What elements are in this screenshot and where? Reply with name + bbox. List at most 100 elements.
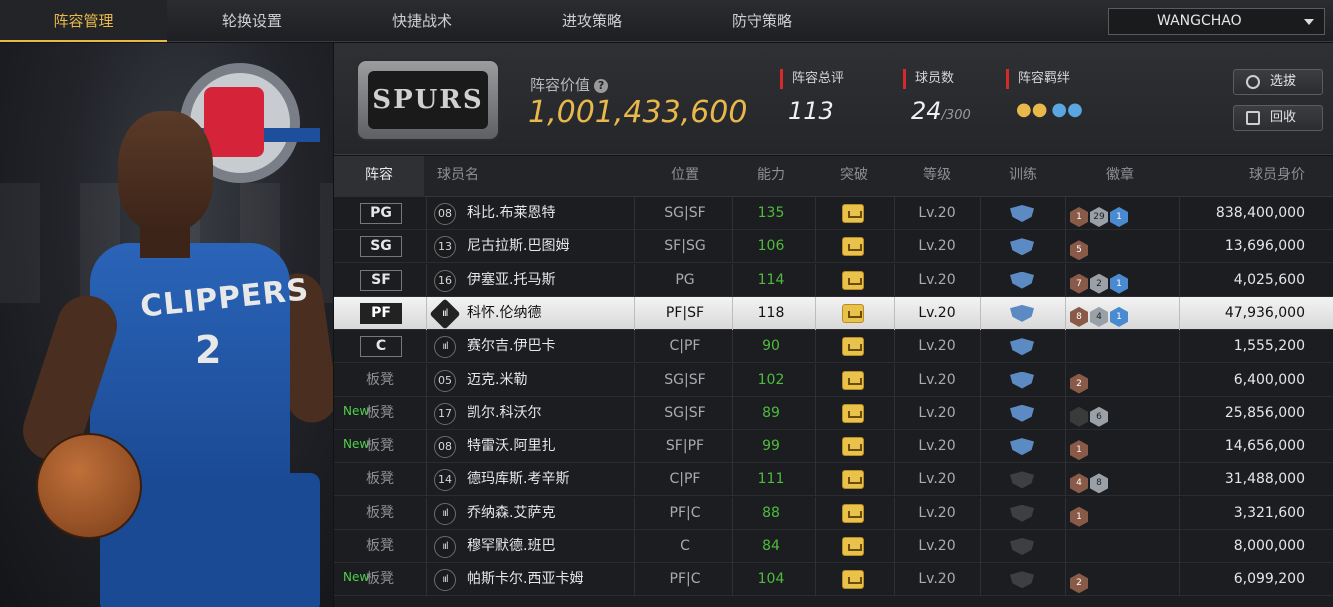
- player-value: 4,025,600: [1233, 271, 1305, 288]
- crown-icon[interactable]: [842, 370, 864, 390]
- training-icon[interactable]: [1010, 404, 1034, 422]
- training-icon[interactable]: [1010, 238, 1034, 256]
- training-icon[interactable]: [1010, 438, 1034, 456]
- bench-slot-label[interactable]: 板凳: [366, 364, 394, 397]
- header-breakthrough[interactable]: 突破: [819, 156, 889, 197]
- badge-group[interactable]: 721: [1070, 271, 1130, 294]
- player-name[interactable]: 迈克.米勒: [467, 364, 527, 397]
- tab-defense-strategy[interactable]: 防守策略: [677, 0, 847, 42]
- column-divider: [634, 496, 635, 530]
- column-divider: [980, 296, 981, 330]
- header-badges[interactable]: 徽章: [1085, 156, 1155, 197]
- tab-offense-strategy[interactable]: 进攻策略: [507, 0, 677, 42]
- header-position[interactable]: 位置: [652, 156, 718, 197]
- player-level: Lv.20: [918, 371, 956, 388]
- lineup-slot-badge[interactable]: C: [360, 336, 402, 358]
- badge-group[interactable]: 5: [1070, 237, 1090, 261]
- crown-icon[interactable]: [842, 403, 864, 423]
- player-name[interactable]: 凯尔.科沃尔: [467, 397, 541, 430]
- table-row[interactable]: 板凳 ııl 乔纳森.艾萨克 PF|C 88 Lv.20 1 3,321,600: [334, 496, 1333, 530]
- header-player-value[interactable]: 球员身价: [1180, 156, 1305, 197]
- badge-group[interactable]: 06: [1070, 404, 1110, 427]
- tab-lineup-management[interactable]: 阵容管理: [0, 0, 167, 42]
- badge-group[interactable]: 2: [1070, 570, 1090, 594]
- badge-group[interactable]: 2: [1070, 371, 1090, 394]
- lineup-slot-badge[interactable]: SG: [360, 236, 402, 258]
- player-name[interactable]: 德玛库斯.考辛斯: [467, 463, 569, 496]
- header-player-name[interactable]: 球员名: [437, 156, 479, 197]
- crown-icon[interactable]: [842, 537, 864, 556]
- badge-group[interactable]: 1: [1070, 437, 1090, 461]
- crown-icon[interactable]: [842, 470, 864, 490]
- player-name[interactable]: 尼古拉斯.巴图姆: [467, 230, 569, 263]
- training-icon[interactable]: [1010, 371, 1034, 389]
- crown-icon[interactable]: [842, 270, 864, 290]
- player-name[interactable]: 穆罕默德.班巴: [467, 530, 555, 563]
- recycle-button[interactable]: 回收: [1233, 105, 1323, 131]
- table-row[interactable]: New 板凳 ııl 帕斯卡尔.西亚卡姆 PF|C 104 Lv.20 2 6,099,200: [334, 563, 1333, 597]
- crown-icon[interactable]: [842, 437, 864, 457]
- select-button[interactable]: 选拔: [1233, 69, 1323, 95]
- tab-rotation-settings[interactable]: 轮换设置: [167, 0, 337, 42]
- table-row[interactable]: SG 13 尼古拉斯.巴图姆 SF|SG 106 Lv.20 5 13,696,000: [334, 230, 1333, 264]
- tab-quick-tactics[interactable]: 快捷战术: [337, 0, 507, 42]
- badge-group[interactable]: 841: [1070, 304, 1130, 327]
- badge-group[interactable]: 1 29 1: [1070, 204, 1130, 227]
- player-name[interactable]: 帕斯卡尔.西亚卡姆: [467, 563, 583, 596]
- player-level: Lv.20: [918, 238, 956, 255]
- bench-slot-label[interactable]: 板凳: [366, 397, 394, 430]
- table-row[interactable]: 板凳 14 德玛库斯.考辛斯 C|PF 111 Lv.20 4 8 31,488,000: [334, 463, 1333, 497]
- player-name[interactable]: 赛尔吉.伊巴卡: [467, 330, 555, 363]
- crown-icon[interactable]: [842, 503, 864, 523]
- lineup-slot-badge[interactable]: PF: [360, 302, 402, 324]
- user-dropdown[interactable]: WANGCHAO: [1108, 8, 1325, 35]
- header-lineup[interactable]: 阵容: [334, 156, 424, 197]
- lineup-slot-badge[interactable]: PG: [360, 203, 402, 224]
- crown-icon[interactable]: [842, 303, 864, 323]
- bond-gold-icon[interactable]: ●●: [1016, 99, 1047, 120]
- bench-slot-label[interactable]: 板凳: [366, 530, 394, 563]
- training-icon[interactable]: [1010, 571, 1034, 589]
- header-training[interactable]: 训练: [988, 156, 1058, 197]
- crown-icon[interactable]: [842, 570, 864, 590]
- column-divider: [815, 396, 816, 430]
- help-icon[interactable]: ?: [594, 79, 609, 93]
- table-row[interactable]: 板凳 ııl 穆罕默德.班巴 C 84 Lv.20 8,000,000: [334, 530, 1333, 563]
- crown-icon[interactable]: [842, 237, 864, 257]
- column-divider: [980, 396, 981, 430]
- table-row[interactable]: PF ııl 科怀.伦纳德 PF|SF 118 Lv.20 8 4 1 47,936,000: [334, 296, 1333, 330]
- table-row[interactable]: 板凳 05 迈克.米勒 SG|SF 102 Lv.20 2 6,400,000: [334, 363, 1333, 397]
- player-name[interactable]: 科比.布莱恩特: [467, 197, 555, 230]
- bench-slot-label[interactable]: 板凳: [366, 497, 394, 530]
- column-divider: [732, 430, 733, 464]
- bench-slot-label[interactable]: 板凳: [366, 463, 394, 496]
- badge-group[interactable]: 1: [1070, 504, 1090, 527]
- table-row[interactable]: Cııl 赛尔吉.伊巴卡 C|PF 90 Lv.20 1,555,200: [334, 330, 1333, 364]
- header-level[interactable]: 等级: [902, 156, 972, 197]
- table-row[interactable]: New 板凳 17 凯尔.科沃尔 SG|SF 89 Lv.20 0 6 25,856,000: [334, 396, 1333, 430]
- player-name[interactable]: 特雷沃.阿里扎: [467, 430, 555, 463]
- header-ability[interactable]: 能力: [736, 156, 806, 197]
- crown-icon[interactable]: [842, 204, 864, 223]
- training-icon[interactable]: [1010, 538, 1034, 555]
- badge-gold-icon: 1: [1110, 306, 1128, 327]
- table-row[interactable]: New 板凳 08 特雷沃.阿里扎 SF|PF 99 Lv.20 1 14,656,000: [334, 430, 1333, 464]
- player-name[interactable]: 伊塞亚.托马斯: [467, 264, 555, 297]
- player-ability: 118: [757, 304, 785, 321]
- training-icon[interactable]: [1010, 471, 1034, 489]
- bench-slot-label[interactable]: 板凳: [366, 430, 394, 463]
- crown-icon[interactable]: [842, 337, 864, 357]
- table-row[interactable]: SF 16 伊塞亚.托马斯 PG 114 Lv.20 7 2 1 4,025,600: [334, 263, 1333, 297]
- table-row[interactable]: PG 08 科比.布莱恩特 SG|SF 135 Lv.20 1 29 1 838,400,000: [334, 197, 1333, 230]
- training-icon[interactable]: [1010, 205, 1034, 222]
- badge-group[interactable]: 48: [1070, 470, 1110, 494]
- training-icon[interactable]: [1010, 338, 1034, 356]
- training-icon[interactable]: [1010, 504, 1034, 522]
- lineup-slot-badge[interactable]: SF: [360, 269, 402, 291]
- bench-slot-label[interactable]: 板凳: [366, 563, 394, 596]
- player-name[interactable]: 乔纳森.艾萨克: [467, 497, 555, 530]
- player-name[interactable]: 科怀.伦纳德: [467, 297, 541, 330]
- bond-blue-icon[interactable]: ●●: [1051, 99, 1082, 120]
- training-icon[interactable]: [1010, 304, 1034, 322]
- training-icon[interactable]: [1010, 271, 1034, 289]
